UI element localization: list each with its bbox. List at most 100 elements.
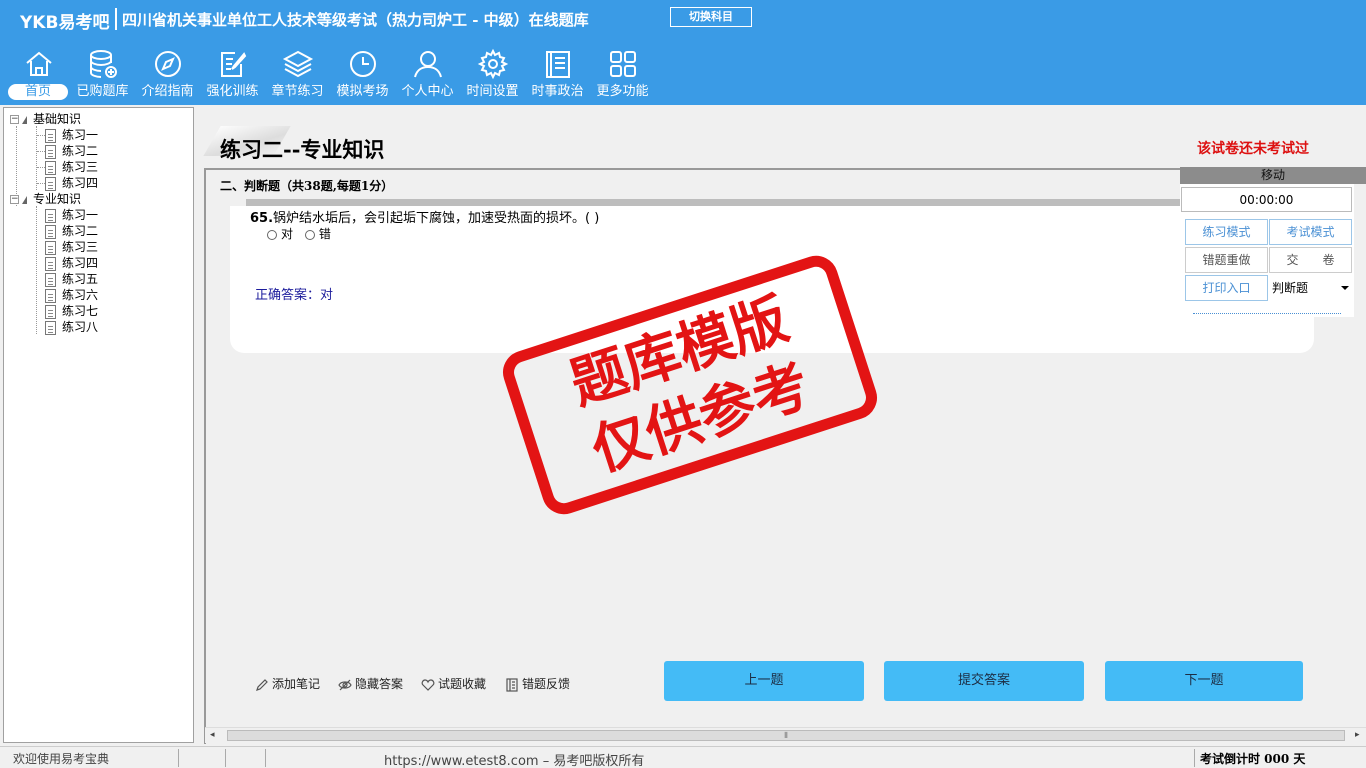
prev-question-button[interactable]: 上一题 (664, 661, 864, 701)
nav-chapter-label: 章节练习 (271, 84, 324, 99)
question-divider (246, 199, 1181, 206)
panel-divider (1193, 313, 1341, 314)
document-icon (45, 272, 56, 287)
document-icon (45, 176, 56, 191)
practice-mode-button[interactable]: 练习模式 (1185, 219, 1268, 245)
submit-paper-button[interactable]: 交 卷 (1269, 247, 1352, 273)
home-icon (25, 51, 52, 76)
layers-icon (282, 50, 313, 78)
report-icon (506, 677, 518, 692)
tree-item-label: 练习一 (62, 208, 99, 222)
radio-icon[interactable] (304, 229, 315, 240)
favorite-label: 试题收藏 (438, 677, 487, 691)
document-icon (45, 288, 56, 303)
switch-subject-button[interactable]: 切换科目 (670, 7, 752, 27)
nav-chapter[interactable]: 章节练习 (265, 48, 330, 104)
gear-icon (477, 48, 508, 80)
redo-wrong-button[interactable]: 错题重做 (1185, 247, 1268, 273)
tree-item[interactable]: 练习五 (37, 271, 98, 287)
clock-icon (349, 51, 376, 77)
question-type-select[interactable]: 判断题 (1270, 276, 1353, 302)
option-true[interactable]: 对 (267, 227, 293, 241)
nav-training[interactable]: 强化训练 (200, 48, 265, 104)
exam-timer: 00:00:00 (1181, 187, 1352, 212)
chapter-tree[interactable]: − 基础知识 练习一 练习二 练习三 练习四 − 专业知识 练习一 练习二 练习三 … (3, 107, 194, 743)
heart-icon (421, 678, 435, 691)
status-bar: 欢迎使用易考宝典 https://www.etest8.com – 易考吧版权所… (0, 746, 1366, 768)
dropdown-arrow-icon[interactable] (1341, 286, 1349, 290)
tree-item[interactable]: 练习一 (37, 207, 98, 223)
app-header: YKB易考吧 四川省机关事业单位工人技术等级考试（热力司炉工 - 中级）在线题库… (0, 0, 1366, 105)
tree-item-label: 练习八 (62, 320, 99, 334)
nav-time-settings[interactable]: 时间设置 (460, 48, 525, 104)
panel-move-handle[interactable]: 移动 (1180, 167, 1366, 184)
news-icon (545, 51, 570, 78)
folder-triangle-icon (22, 115, 27, 124)
tree-item-label: 练习四 (62, 176, 99, 190)
submit-answer-button[interactable]: 提交答案 (884, 661, 1084, 701)
nav-profile[interactable]: 个人中心 (395, 48, 460, 104)
countdown-text: 考试倒计时 000 天 (1200, 752, 1306, 766)
nav-more[interactable]: 更多功能 (590, 48, 655, 104)
nav-purchased[interactable]: 已购题库 (70, 48, 135, 104)
nav-mock-exam[interactable]: 模拟考场 (330, 48, 395, 104)
tree-item-label: 练习六 (62, 288, 99, 302)
document-icon (45, 256, 56, 271)
nav-home[interactable]: 首页 (6, 48, 71, 104)
print-entry-button[interactable]: 打印入口 (1185, 275, 1268, 301)
folder-triangle-icon (22, 195, 27, 204)
tree-item[interactable]: 练习七 (37, 303, 98, 319)
tree-item[interactable]: 练习一 (37, 127, 98, 143)
exam-status-notice: 该试卷还未考试过 (1197, 141, 1309, 157)
scroll-left-icon[interactable]: ◂ (210, 730, 215, 740)
nav-guide[interactable]: 介绍指南 (135, 48, 200, 104)
option-false[interactable]: 错 (304, 227, 331, 241)
correct-answer: 正确答案：对 (255, 288, 334, 303)
tree-item-label: 练习三 (62, 160, 99, 174)
feedback-tool[interactable]: 错题反馈 (505, 675, 570, 692)
tree-item-label: 练习四 (62, 256, 99, 270)
tree-item[interactable]: 练习六 (37, 287, 98, 303)
welcome-text: 欢迎使用易考宝典 (13, 752, 110, 766)
exam-mode-button[interactable]: 考试模式 (1269, 219, 1352, 245)
nav-guide-label: 介绍指南 (141, 84, 194, 99)
question-type-heading: 二、判断题（共38题,每题1分） (220, 179, 394, 193)
tree-item[interactable]: 练习三 (37, 239, 98, 255)
tree-item[interactable]: 练习四 (37, 255, 98, 271)
question-body: 锅炉结水垢后，会引起垢下腐蚀，加速受热面的损坏。( ) (273, 211, 600, 226)
scrollbar-thumb[interactable]: ⦀ (227, 730, 1345, 741)
document-edit-icon (45, 224, 56, 239)
user-icon (413, 51, 442, 78)
scroll-right-icon[interactable]: ▸ (1355, 730, 1360, 740)
radio-icon[interactable] (267, 229, 277, 240)
hide-answer-label: 隐藏答案 (355, 677, 404, 691)
nav-training-label: 强化训练 (206, 84, 259, 99)
tree-group-professional[interactable]: − 专业知识 (10, 191, 81, 207)
next-question-button[interactable]: 下一题 (1105, 661, 1303, 701)
nav-profile-label: 个人中心 (401, 84, 454, 99)
tree-item[interactable]: 练习四 (37, 175, 98, 191)
tree-item[interactable]: 练习二 (37, 143, 98, 159)
tree-item[interactable]: 练习八 (37, 319, 98, 335)
tree-item-selected[interactable]: 练习二 (37, 223, 98, 239)
question-text: 65.锅炉结水垢后，会引起垢下腐蚀，加速受热面的损坏。( ) (250, 207, 599, 226)
feedback-label: 错题反馈 (522, 677, 571, 691)
question-type-select-value: 判断题 (1272, 281, 1309, 295)
hide-answer-tool[interactable]: 隐藏答案 (338, 675, 403, 692)
collapse-icon[interactable]: − (10, 115, 19, 124)
horizontal-scrollbar[interactable]: ◂ ⦀ ▸ (205, 727, 1366, 743)
database-icon (89, 50, 117, 78)
collapse-icon[interactable]: − (10, 195, 19, 204)
question-number: 65. (250, 211, 274, 226)
tree-group-label: 专业知识 (33, 192, 82, 206)
tree-item[interactable]: 练习三 (37, 159, 98, 175)
tree-group-basic[interactable]: − 基础知识 (10, 111, 81, 127)
nav-news[interactable]: 时事政治 (525, 48, 590, 104)
favorite-tool[interactable]: 试题收藏 (421, 675, 486, 692)
nav-mock-exam-label: 模拟考场 (336, 84, 389, 99)
add-note-tool[interactable]: 添加笔记 (255, 675, 320, 692)
document-icon (45, 128, 56, 143)
tree-item-label: 练习二 (62, 224, 99, 238)
app-title: 四川省机关事业单位工人技术等级考试（热力司炉工 - 中级）在线题库 (122, 11, 589, 29)
tree-item-label: 练习七 (62, 304, 99, 318)
